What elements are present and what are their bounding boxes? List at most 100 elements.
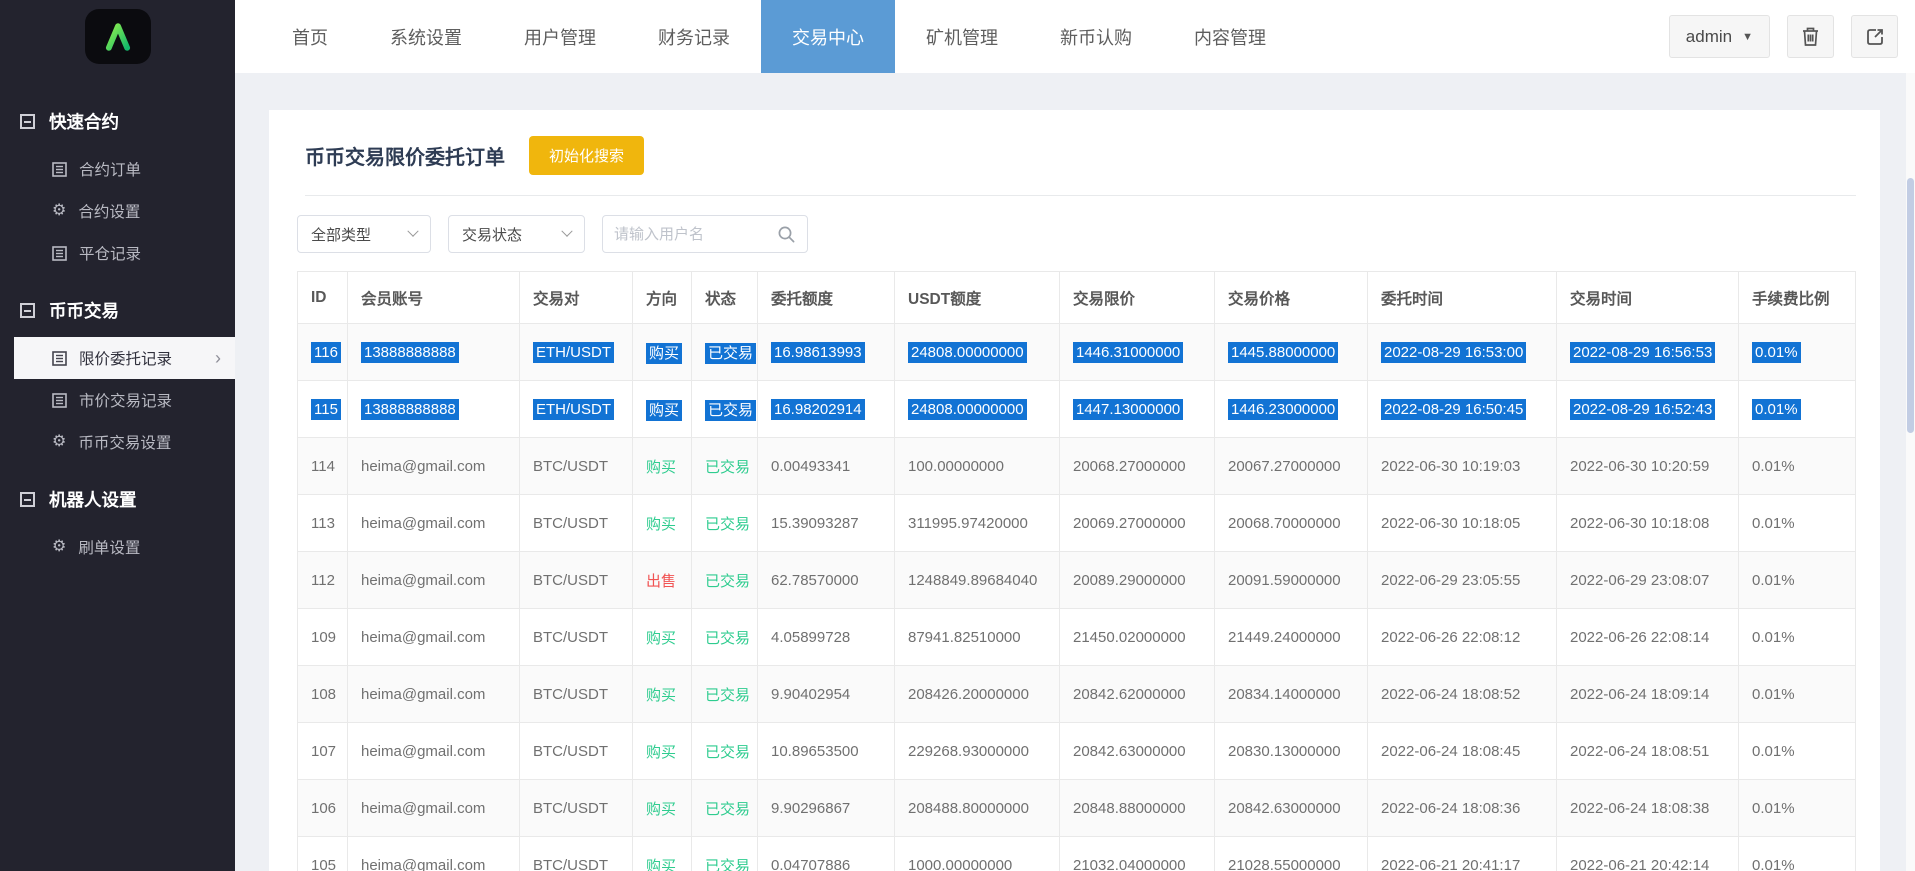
cell-account: heima@gmail.com: [348, 666, 520, 723]
init-search-button[interactable]: 初始化搜索: [529, 136, 644, 175]
cell-id: 107: [298, 723, 348, 780]
cell-status: 已交易: [692, 438, 758, 495]
sidebar-item-label: 合约订单: [79, 158, 141, 180]
cell-usdt_amount: 311995.97420000: [895, 495, 1060, 552]
sidebar-item-contract-settings[interactable]: ⚙ 合约设置: [0, 190, 235, 232]
sidebar-section-robot-settings: 机器人设置 ⚙ 刷单设置: [0, 473, 235, 568]
table-row: 11513888888888ETH/USDT购买已交易16.9820291424…: [298, 381, 1856, 438]
table-row: 112heima@gmail.comBTC/USDT出售已交易62.785700…: [298, 552, 1856, 609]
sidebar-section-coin-trade: 币币交易 限价委托记录 › 市价交易记录 ⚙ 币币交易设置: [0, 284, 235, 463]
cell-limit_price: 21032.04000000: [1060, 837, 1215, 871]
cell-id: 113: [298, 495, 348, 552]
cell-limit_price: 20842.63000000: [1060, 723, 1215, 780]
cell-id: 109: [298, 609, 348, 666]
col-header-amount: 委托额度: [758, 272, 895, 324]
cell-order_time: 2022-06-24 18:08:52: [1368, 666, 1557, 723]
nav-item-system-settings[interactable]: 系统设置: [359, 0, 493, 73]
table-row: 108heima@gmail.comBTC/USDT购买已交易9.9040295…: [298, 666, 1856, 723]
nav-item-content-management[interactable]: 内容管理: [1163, 0, 1297, 73]
nav-item-trade-center[interactable]: 交易中心: [761, 0, 895, 73]
cell-direction: 购买: [633, 666, 692, 723]
sidebar-section-title-quick-contract[interactable]: 快速合约: [0, 95, 235, 148]
logout-icon: [1865, 27, 1885, 47]
nav-item-miner-management[interactable]: 矿机管理: [895, 0, 1029, 73]
chevron-down-icon: [407, 226, 418, 237]
sidebar-item-coin-trade-settings[interactable]: ⚙ 币币交易设置: [0, 421, 235, 463]
cell-status: 已交易: [692, 780, 758, 837]
cell-trade_price: 20091.59000000: [1215, 552, 1368, 609]
logout-button[interactable]: [1851, 15, 1898, 58]
sidebar-item-contract-orders[interactable]: 合约订单: [0, 148, 235, 190]
cell-fee: 0.01%: [1739, 381, 1856, 438]
cell-amount: 9.90402954: [758, 666, 895, 723]
clear-cache-button[interactable]: [1787, 15, 1834, 58]
sidebar-section-title-robot-settings[interactable]: 机器人设置: [0, 473, 235, 526]
sidebar-item-market-trade-records[interactable]: 市价交易记录: [0, 379, 235, 421]
cell-usdt_amount: 24808.00000000: [895, 324, 1060, 381]
table-row: 113heima@gmail.comBTC/USDT购买已交易15.390932…: [298, 495, 1856, 552]
sidebar-item-brush-order-settings[interactable]: ⚙ 刷单设置: [0, 526, 235, 568]
cell-order_time: 2022-06-26 22:08:12: [1368, 609, 1557, 666]
cell-trade_price: 1445.88000000: [1215, 324, 1368, 381]
cell-order_time: 2022-06-30 10:18:05: [1368, 495, 1557, 552]
cell-limit_price: 20848.88000000: [1060, 780, 1215, 837]
cell-trade_time: 2022-06-29 23:08:07: [1557, 552, 1739, 609]
scrollbar-thumb[interactable]: [1907, 178, 1914, 433]
search-input[interactable]: [614, 226, 777, 243]
cell-limit_price: 20069.27000000: [1060, 495, 1215, 552]
cell-status: 已交易: [692, 666, 758, 723]
cell-limit_price: 1446.31000000: [1060, 324, 1215, 381]
col-header-status: 状态: [692, 272, 758, 324]
cell-id: 108: [298, 666, 348, 723]
cell-account: heima@gmail.com: [348, 780, 520, 837]
cell-trade_time: 2022-06-24 18:09:14: [1557, 666, 1739, 723]
cell-limit_price: 20068.27000000: [1060, 438, 1215, 495]
caret-down-icon: ▼: [1742, 31, 1753, 43]
cell-trade_time: 2022-06-30 10:20:59: [1557, 438, 1739, 495]
nav-item-home[interactable]: 首页: [261, 0, 359, 73]
cell-order_time: 2022-06-29 23:05:55: [1368, 552, 1557, 609]
table-row: 107heima@gmail.comBTC/USDT购买已交易10.896535…: [298, 723, 1856, 780]
sidebar-item-label: 限价委托记录: [79, 347, 172, 369]
search-icon[interactable]: [777, 225, 796, 244]
status-filter-value: 交易状态: [462, 224, 522, 245]
admin-username: admin: [1686, 27, 1732, 47]
sidebar-item-close-position-records[interactable]: 平仓记录: [0, 232, 235, 274]
chevron-down-icon: [561, 226, 572, 237]
collapse-icon: [20, 492, 35, 507]
sidebar: 快速合约 合约订单 ⚙ 合约设置 平仓记录 币币交易 限价委托记录: [0, 73, 235, 871]
col-header-usdt-amount: USDT额度: [895, 272, 1060, 324]
cell-account: heima@gmail.com: [348, 723, 520, 780]
nav-item-user-management[interactable]: 用户管理: [493, 0, 627, 73]
app-logo: [85, 9, 151, 64]
cell-pair: ETH/USDT: [520, 381, 633, 438]
status-filter-select[interactable]: 交易状态: [448, 215, 585, 253]
cell-trade_price: 21028.55000000: [1215, 837, 1368, 871]
sidebar-section-title-coin-trade[interactable]: 币币交易: [0, 284, 235, 337]
scrollbar-track[interactable]: [1906, 73, 1915, 871]
cell-trade_time: 2022-06-24 18:08:51: [1557, 723, 1739, 780]
orders-panel: 币币交易限价委托订单 初始化搜索 全部类型 交易状态: [269, 110, 1880, 871]
topbar-actions: admin ▼: [1669, 0, 1915, 73]
cell-status: 已交易: [692, 723, 758, 780]
admin-dropdown-button[interactable]: admin ▼: [1669, 15, 1770, 58]
sidebar-item-label: 刷单设置: [78, 536, 140, 558]
chevron-right-icon: ›: [215, 348, 221, 369]
sidebar-item-limit-order-records[interactable]: 限价委托记录 ›: [14, 337, 235, 379]
cell-fee: 0.01%: [1739, 552, 1856, 609]
cell-trade_time: 2022-06-26 22:08:14: [1557, 609, 1739, 666]
cell-amount: 16.98613993: [758, 324, 895, 381]
cell-amount: 15.39093287: [758, 495, 895, 552]
type-filter-value: 全部类型: [311, 224, 371, 245]
nav-item-new-coin-subscription[interactable]: 新币认购: [1029, 0, 1163, 73]
cell-id: 116: [298, 324, 348, 381]
cell-trade_time: 2022-08-29 16:52:43: [1557, 381, 1739, 438]
section-title-label: 快速合约: [49, 109, 119, 134]
nav-item-finance-records[interactable]: 财务记录: [627, 0, 761, 73]
col-header-direction: 方向: [633, 272, 692, 324]
gear-icon: ⚙: [52, 539, 66, 555]
type-filter-select[interactable]: 全部类型: [297, 215, 431, 253]
collapse-icon: [20, 303, 35, 318]
col-header-trade-price: 交易价格: [1215, 272, 1368, 324]
cell-direction: 出售: [633, 552, 692, 609]
